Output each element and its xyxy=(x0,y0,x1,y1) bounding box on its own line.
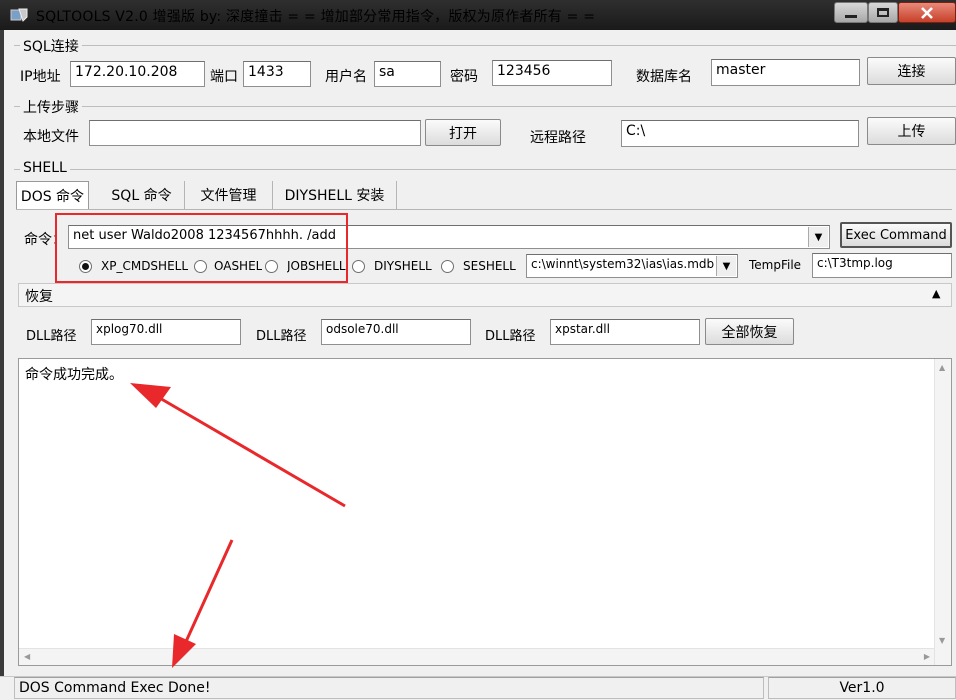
annotation-arrow-icon xyxy=(130,383,346,508)
annotation-arrow-icon xyxy=(172,539,234,668)
annotation-arrows xyxy=(130,383,346,668)
